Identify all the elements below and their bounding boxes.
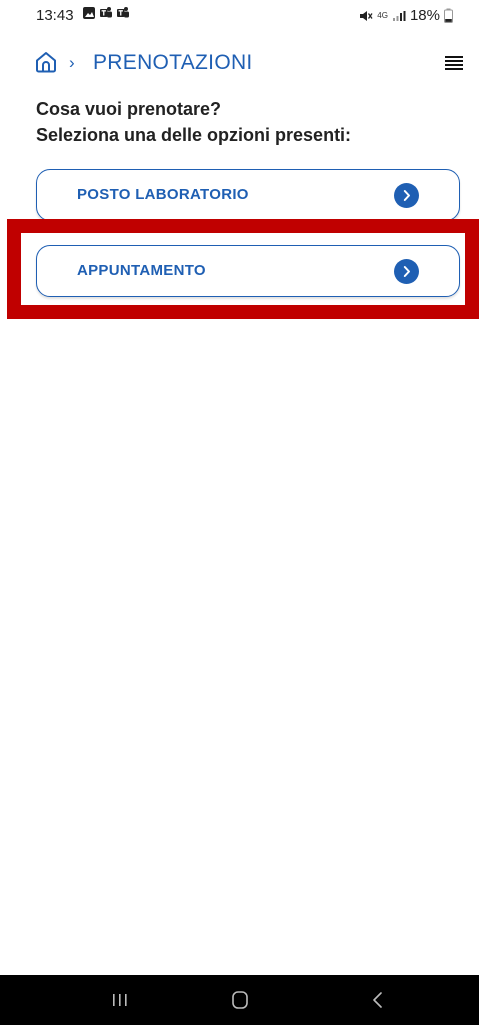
prompt-question: Cosa vuoi prenotare? bbox=[36, 99, 222, 119]
home-icon[interactable] bbox=[34, 50, 58, 74]
notification-icons bbox=[82, 6, 130, 20]
chevron-right-icon bbox=[394, 183, 419, 208]
menu-icon[interactable] bbox=[444, 55, 464, 71]
signal-icon bbox=[392, 10, 406, 21]
status-right: 4G 18% bbox=[359, 7, 453, 24]
network-type-label: 4G bbox=[377, 10, 388, 20]
chevron-right-icon bbox=[394, 259, 419, 284]
home-nav-icon[interactable] bbox=[229, 989, 251, 1011]
prompt-instruction: Seleziona una delle opzioni presenti: bbox=[36, 125, 352, 145]
status-time: 13:43 bbox=[36, 7, 74, 24]
posto-laboratorio-button[interactable]: POSTO LABORATORIO bbox=[36, 169, 460, 221]
battery-icon bbox=[444, 8, 453, 23]
page-title: PRENOTAZIONI bbox=[93, 51, 253, 74]
option-label: APPUNTAMENTO bbox=[77, 262, 206, 279]
back-icon[interactable] bbox=[368, 989, 388, 1011]
teams-icon bbox=[100, 7, 112, 18]
recent-apps-icon[interactable] bbox=[104, 990, 136, 1010]
page-header: › PRENOTAZIONI bbox=[34, 48, 466, 78]
appuntamento-button[interactable]: APPUNTAMENTO bbox=[36, 245, 460, 297]
status-bar: 13:43 4G 18% bbox=[0, 0, 479, 34]
prompt-text: Cosa vuoi prenotare? Seleziona una delle… bbox=[36, 96, 456, 148]
gallery-icon bbox=[83, 7, 95, 19]
system-nav-bar bbox=[0, 975, 479, 1025]
teams-icon bbox=[117, 7, 129, 18]
mute-icon bbox=[360, 10, 373, 21]
battery-percentage: 18% bbox=[409, 7, 440, 24]
option-label: POSTO LABORATORIO bbox=[77, 186, 249, 203]
breadcrumb-separator: › bbox=[69, 53, 75, 72]
